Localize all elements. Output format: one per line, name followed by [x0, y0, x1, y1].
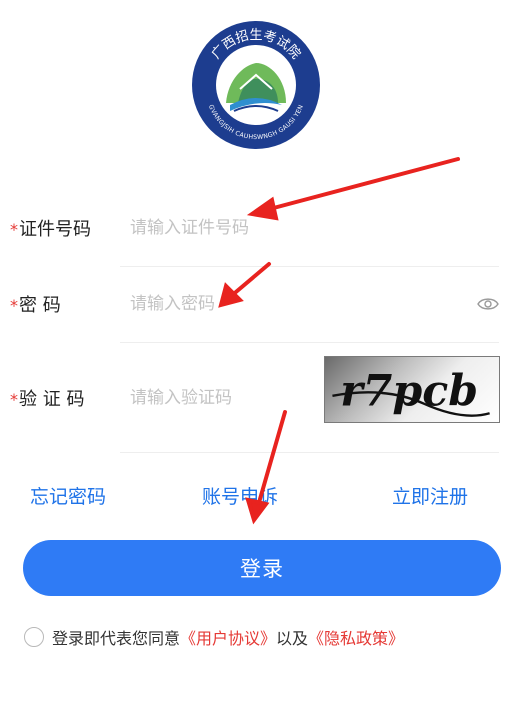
id-number-row: *证件号码	[10, 191, 499, 265]
forgot-password-link[interactable]: 忘记密码	[30, 482, 106, 509]
auxiliary-links: 忘记密码 账号申诉 立即注册	[0, 482, 513, 514]
agreement-connector: 以及	[276, 629, 309, 648]
logo-emblem-icon: 广西招生考试院 GVANGJSIH CAUHSWNGH GAUSI YEN	[192, 21, 320, 149]
captcha-image[interactable]: r7pcb	[324, 356, 500, 423]
password-input[interactable]	[130, 287, 360, 321]
divider	[120, 452, 499, 453]
account-appeal-link[interactable]: 账号申诉	[202, 482, 278, 509]
id-number-label: *证件号码	[10, 219, 91, 240]
captcha-input[interactable]	[130, 381, 310, 415]
logo: 广西招生考试院 GVANGJSIH CAUHSWNGH GAUSI YEN	[190, 19, 322, 151]
password-label: *密 码	[10, 295, 61, 316]
agreement-checkbox[interactable]	[24, 627, 44, 647]
agreement: 登录即代表您同意 《用户协议》 以及 《隐私政策》	[24, 624, 404, 650]
id-number-input[interactable]	[130, 211, 360, 245]
user-agreement-link[interactable]: 《用户协议》	[180, 625, 276, 649]
captcha-label: *验 证 码	[10, 389, 85, 410]
register-link[interactable]: 立即注册	[392, 482, 468, 509]
login-button[interactable]: 登录	[23, 540, 501, 596]
agreement-prefix: 登录即代表您同意	[52, 629, 181, 648]
eye-icon[interactable]	[477, 296, 499, 312]
password-row: *密 码	[10, 267, 499, 341]
divider	[120, 342, 499, 343]
privacy-policy-link[interactable]: 《隐私政策》	[308, 625, 404, 649]
